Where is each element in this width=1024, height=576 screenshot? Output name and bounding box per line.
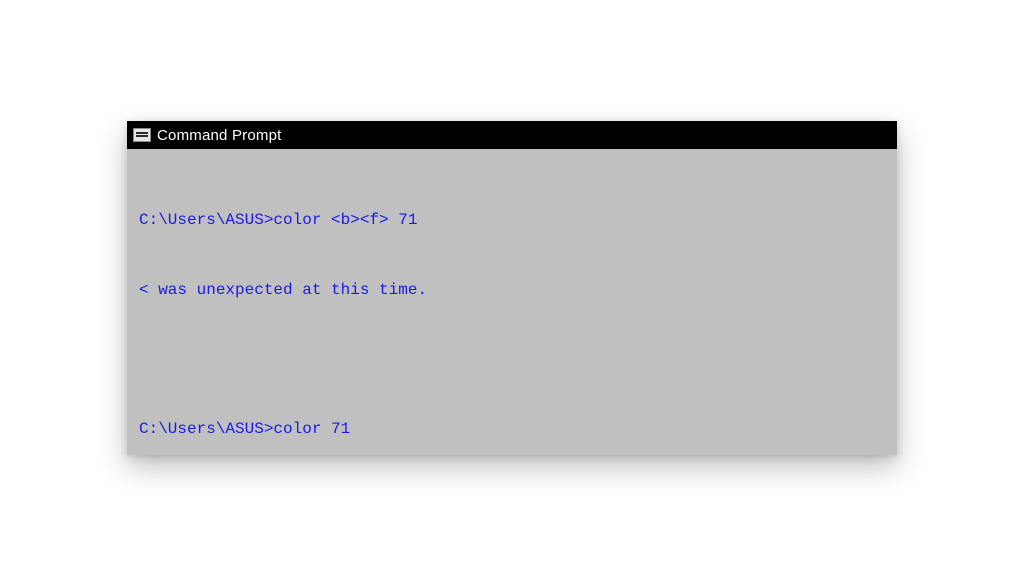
terminal-line: < was unexpected at this time. xyxy=(139,279,885,302)
cmd-icon xyxy=(133,128,151,142)
terminal-blank-line xyxy=(139,349,885,372)
prompt-text: C:\Users\ASUS> xyxy=(139,211,273,229)
command-text: color 71 xyxy=(273,420,350,438)
prompt-text: C:\Users\ASUS> xyxy=(139,420,273,438)
command-text: color <b><f> 71 xyxy=(273,211,417,229)
titlebar[interactable]: Command Prompt xyxy=(127,121,897,149)
page-canvas: Command Prompt C:\Users\ASUS>color <b><f… xyxy=(0,0,1024,576)
terminal-output[interactable]: C:\Users\ASUS>color <b><f> 71 < was unex… xyxy=(127,149,897,455)
terminal-line: C:\Users\ASUS>color <b><f> 71 xyxy=(139,209,885,232)
command-prompt-window: Command Prompt C:\Users\ASUS>color <b><f… xyxy=(127,121,897,455)
terminal-line: C:\Users\ASUS>color 71 xyxy=(139,418,885,441)
window-title: Command Prompt xyxy=(157,127,282,144)
